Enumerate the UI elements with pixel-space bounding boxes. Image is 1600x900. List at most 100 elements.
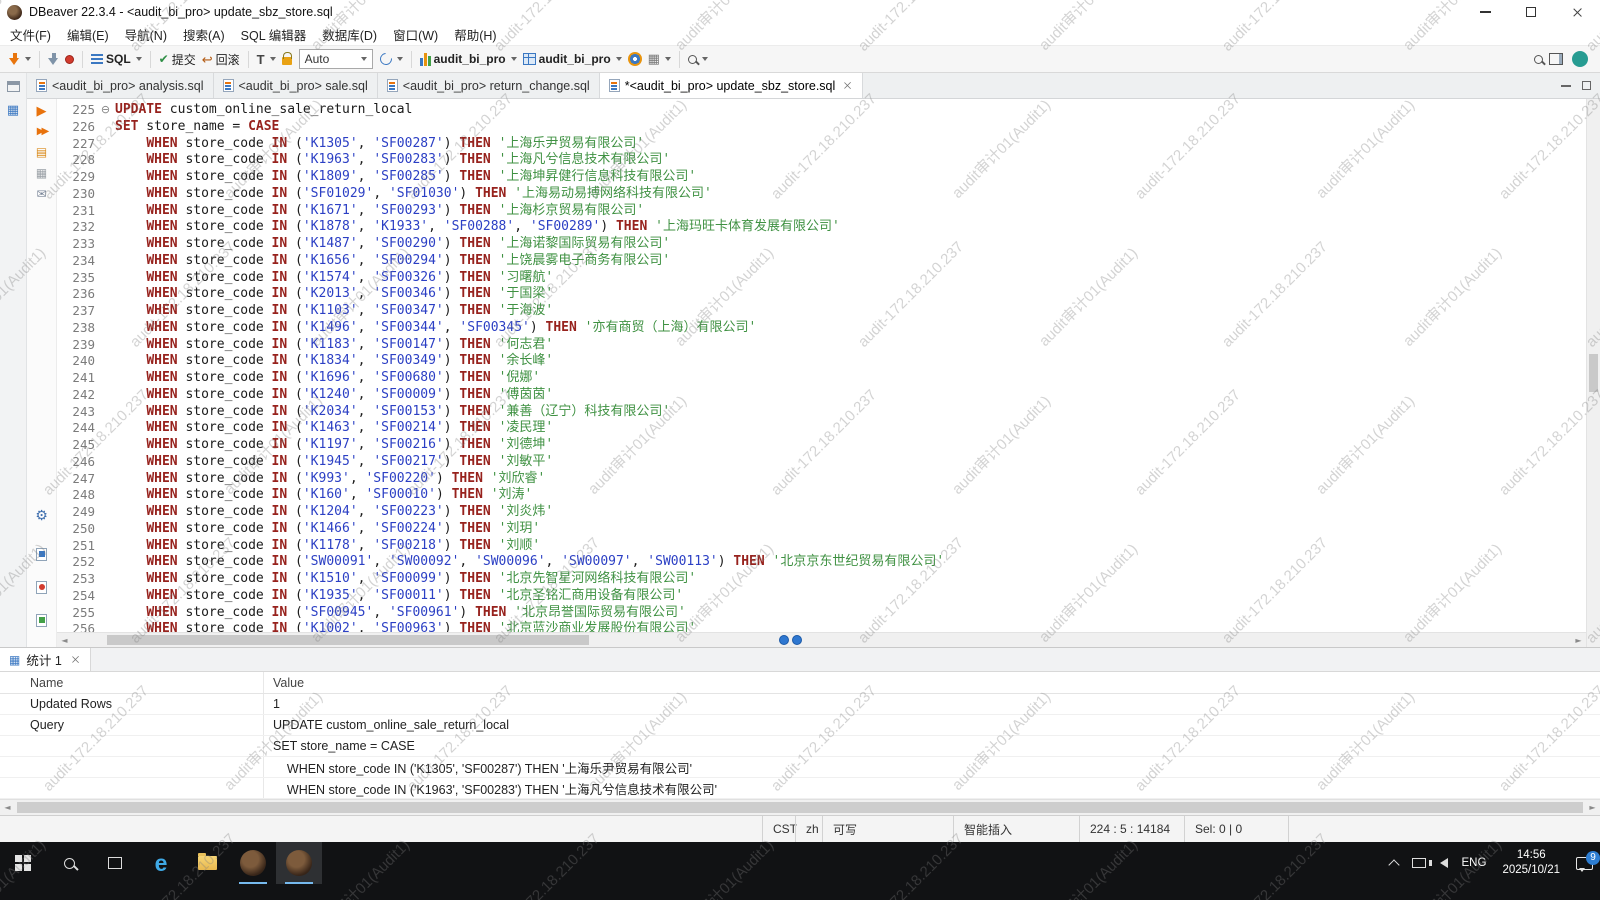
grid-view-button[interactable]: ▦	[645, 47, 674, 71]
close-icon[interactable]	[843, 81, 852, 90]
dbeaver-taskbar-button-active[interactable]	[276, 842, 322, 884]
maximize-button[interactable]	[1508, 0, 1554, 24]
toggle-panel-button[interactable]	[1546, 47, 1566, 71]
log-file-icon[interactable]	[36, 581, 47, 594]
commit-mode-select[interactable]: Auto	[299, 49, 373, 69]
tray-expand-button[interactable]	[1383, 842, 1405, 884]
menu-item[interactable]: 搜索(A)	[175, 25, 233, 44]
fold-column[interactable]: ⊖	[99, 99, 112, 647]
commit-button[interactable]: ✔提交	[156, 47, 199, 71]
close-button[interactable]	[1554, 0, 1600, 24]
stats-row[interactable]: WHEN store_code IN ('K1963', 'SF00283') …	[0, 778, 1600, 799]
editor-tab[interactable]: <audit_bi_pro> analysis.sql	[27, 73, 214, 98]
quick-search-button[interactable]	[1531, 47, 1546, 71]
menu-item[interactable]: 帮助(H)	[446, 25, 504, 44]
editor-hscrollbar[interactable]: ◄ ►	[57, 632, 1586, 647]
status-timezone[interactable]: CST	[762, 816, 795, 842]
stats-row[interactable]: WHEN store_code IN ('K1305', 'SF00287') …	[0, 757, 1600, 778]
editor-tab[interactable]: *<audit_bi_pro> update_sbz_store.sql	[600, 73, 864, 98]
status-caret-position[interactable]: 224 : 5 : 14184	[1079, 816, 1184, 842]
code-area[interactable]: UPDATE custom_online_sale_return_localSE…	[112, 99, 1586, 647]
explain-plan-icon[interactable]: ▤	[36, 146, 47, 158]
input-language-button[interactable]: ENG	[1455, 842, 1494, 884]
line-number: 252	[57, 554, 99, 571]
editor-tab[interactable]: <audit_bi_pro> return_change.sql	[378, 73, 600, 98]
schema-selector[interactable]: audit_bi_pro	[520, 47, 625, 71]
data-transfer-button[interactable]	[625, 47, 645, 71]
script-file-icon[interactable]	[36, 548, 47, 561]
editor-tab[interactable]: <audit_bi_pro> sale.sql	[214, 73, 378, 98]
user-avatar[interactable]	[1572, 51, 1588, 67]
database-selector[interactable]: audit_bi_pro	[417, 47, 520, 71]
taskbar-search-button[interactable]	[46, 842, 92, 884]
search-dropdown-button[interactable]	[685, 47, 711, 71]
restore-panels-dots[interactable]	[779, 635, 802, 645]
action-center-button[interactable]: 9	[1569, 842, 1600, 884]
sql-dialect-selector[interactable]: SQL	[88, 47, 145, 71]
scroll-left-icon[interactable]: ◄	[0, 800, 15, 815]
code-line: WHEN store_code IN ('K1656', 'SF00294') …	[115, 253, 1586, 270]
editor-vscrollbar[interactable]	[1586, 99, 1600, 647]
task-view-button[interactable]	[92, 842, 138, 884]
menu-item[interactable]: 文件(F)	[2, 25, 59, 44]
status-writable[interactable]: 可写	[822, 816, 953, 842]
dbeaver-taskbar-button[interactable]	[230, 842, 276, 884]
table-icon	[523, 53, 536, 65]
maximize-panel-icon[interactable]	[1582, 81, 1591, 90]
transaction-log-button[interactable]	[377, 47, 406, 71]
scroll-thumb[interactable]	[17, 802, 1583, 813]
fold-marker	[99, 119, 112, 136]
taskbar-clock[interactable]: 14:56 2025/10/21	[1493, 842, 1569, 884]
scroll-right-icon[interactable]: ►	[1571, 633, 1586, 648]
stats-row[interactable]: QueryUPDATE custom_online_sale_return_lo…	[0, 715, 1600, 736]
column-header-name[interactable]: Name	[0, 676, 263, 690]
stats-tab[interactable]: ▦ 统计 1	[0, 648, 91, 671]
maximize-icon	[1526, 7, 1536, 17]
stats-row[interactable]: Updated Rows1	[0, 694, 1600, 715]
panel-hscrollbar[interactable]: ◄ ►	[0, 799, 1600, 815]
lock-button[interactable]	[279, 47, 295, 71]
transaction-mode-button[interactable]: T	[254, 47, 279, 71]
code-line: SET store_name = CASE	[115, 119, 1586, 136]
output-file-icon[interactable]	[36, 614, 47, 627]
file-explorer-button[interactable]	[184, 842, 230, 884]
database-navigator-icon[interactable]: ▦	[7, 104, 19, 117]
scroll-thumb[interactable]	[1589, 354, 1598, 392]
tray-volume-button[interactable]	[1433, 842, 1455, 884]
gear-icon[interactable]: ⚙	[35, 509, 48, 523]
sync-connection-button[interactable]	[45, 47, 62, 71]
menu-item[interactable]: 导航(N)	[117, 25, 175, 44]
edge-button[interactable]: e	[138, 842, 184, 884]
chevron-down-icon	[25, 57, 31, 61]
scroll-left-icon[interactable]: ◄	[57, 633, 72, 648]
execute-statement-icon[interactable]: ▶	[37, 105, 47, 118]
status-insert-mode[interactable]: 智能插入	[953, 816, 1079, 842]
menu-item[interactable]: 窗口(W)	[385, 25, 446, 44]
pin-connection-button[interactable]	[62, 47, 77, 71]
status-language[interactable]: zh	[795, 816, 822, 842]
minimize-button[interactable]	[1462, 0, 1508, 24]
status-spacer	[0, 816, 762, 842]
menu-item[interactable]: SQL 编辑器	[233, 25, 315, 44]
chevron-down-icon	[136, 57, 142, 61]
start-button[interactable]	[0, 842, 46, 884]
export-icon[interactable]: ✉	[36, 188, 46, 200]
menu-item[interactable]: 编辑(E)	[59, 25, 117, 44]
scroll-right-icon[interactable]: ►	[1585, 800, 1600, 815]
minimize-panel-icon[interactable]	[1561, 85, 1571, 87]
grid-icon[interactable]: ▦	[36, 167, 47, 179]
line-number-gutter[interactable]: 2252262272282292302312322332342352362372…	[57, 99, 99, 647]
rollback-button[interactable]: ↩回滚	[199, 47, 243, 71]
restore-view-icon[interactable]	[7, 81, 20, 92]
scroll-thumb[interactable]	[107, 635, 589, 645]
status-selection[interactable]: Sel: 0 | 0	[1184, 816, 1288, 842]
edge-icon: e	[155, 852, 168, 875]
menu-item[interactable]: 数据库(D)	[314, 25, 385, 44]
line-number: 249	[57, 504, 99, 521]
execute-script-icon[interactable]: ▶▶	[37, 127, 46, 137]
new-connection-button[interactable]	[6, 47, 34, 71]
stats-row[interactable]: SET store_name = CASE	[0, 736, 1600, 757]
close-icon[interactable]	[71, 655, 80, 664]
line-number: 251	[57, 538, 99, 555]
column-header-value[interactable]: Value	[263, 672, 1600, 693]
